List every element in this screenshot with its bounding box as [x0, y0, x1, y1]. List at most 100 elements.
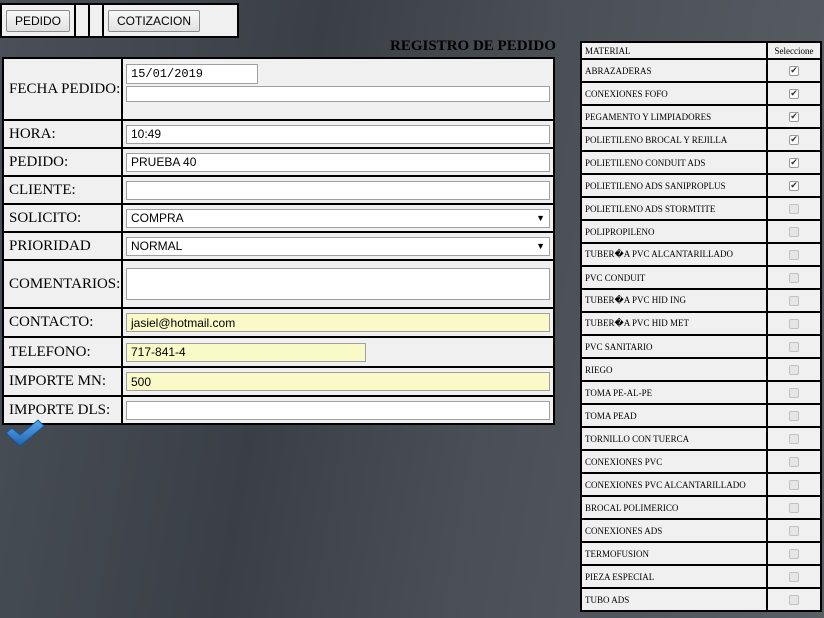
- material-checkbox[interactable]: [789, 433, 799, 444]
- material-checkbox[interactable]: [789, 387, 799, 398]
- material-checkbox[interactable]: [789, 594, 799, 605]
- material-checkbox[interactable]: ✔: [789, 65, 799, 76]
- material-checkbox[interactable]: [789, 548, 799, 559]
- material-checkbox[interactable]: [789, 272, 799, 283]
- importe-mn-input[interactable]: 500: [126, 372, 550, 391]
- material-checkbox[interactable]: [789, 295, 799, 306]
- material-name: POLIETILENO BROCAL Y REJILLA: [582, 129, 766, 150]
- select-column-header: Seleccione: [768, 43, 820, 58]
- material-select-cell: [768, 497, 820, 518]
- comentarios-cell: [123, 261, 553, 307]
- material-checkbox[interactable]: [789, 341, 799, 352]
- material-name: TOMA PE-AL-PE: [582, 382, 766, 403]
- importe-dls-input[interactable]: [126, 400, 550, 420]
- prioridad-select[interactable]: NORMAL ▼: [126, 236, 550, 256]
- material-checkbox[interactable]: [789, 571, 799, 582]
- material-name: ABRAZADERAS: [582, 60, 766, 81]
- solicito-value: COMPRA: [131, 211, 184, 225]
- material-row: TOMA PEAD: [582, 405, 820, 426]
- material-name: POLIETILENO CONDUIT ADS: [582, 152, 766, 173]
- telefono-cell: 717-841-4: [123, 338, 553, 366]
- form-row-fecha: FECHA PEDIDO: 15/01/2019: [4, 59, 553, 119]
- pedido-input[interactable]: PRUEBA 40: [126, 152, 550, 172]
- material-name: TUBER�A PVC HID MET: [582, 313, 766, 334]
- toolbar-cell-pedido: PEDIDO: [2, 5, 77, 36]
- material-checkbox[interactable]: [789, 364, 799, 375]
- material-checkbox[interactable]: [789, 318, 799, 329]
- telefono-input[interactable]: 717-841-4: [126, 342, 366, 362]
- checkmark-icon[interactable]: [4, 418, 46, 448]
- material-select-cell: [768, 474, 820, 495]
- material-checkbox[interactable]: ✔: [789, 88, 799, 99]
- triangle-down-icon: ▼: [536, 241, 545, 251]
- material-row: POLIETILENO ADS SANIPROPLUS ✔: [582, 175, 820, 196]
- pedido-label: PEDIDO:: [4, 149, 121, 175]
- material-select-cell: [768, 244, 820, 265]
- material-checkbox[interactable]: [789, 226, 799, 237]
- prioridad-cell: NORMAL ▼: [123, 233, 553, 259]
- material-checkbox[interactable]: ✔: [789, 180, 799, 191]
- material-row: BROCAL POLIMERICO: [582, 497, 820, 518]
- material-select-cell: [768, 267, 820, 288]
- material-select-cell: [768, 221, 820, 242]
- contacto-cell: jasiel@hotmail.com: [123, 309, 553, 336]
- fecha-pedido-secondary-input[interactable]: [126, 86, 550, 102]
- material-row: TUBER�A PVC HID MET: [582, 313, 820, 334]
- material-name: PVC SANITARIO: [582, 336, 766, 357]
- materials-rows: ABRAZADERAS ✔ CONEXIONES FOFO ✔ PEGAMENTO Y …: [582, 60, 820, 610]
- triangle-down-icon: ▼: [536, 213, 545, 223]
- material-row: CONEXIONES PVC: [582, 451, 820, 472]
- form-row-prioridad: PRIORIDAD NORMAL ▼: [4, 233, 553, 259]
- order-form: FECHA PEDIDO: 15/01/2019 HORA: 10:49 PED…: [2, 57, 555, 425]
- material-row: PIEZA ESPECIAL: [582, 566, 820, 587]
- material-select-cell: [768, 313, 820, 334]
- material-row: TUBO ADS: [582, 589, 820, 610]
- solicito-label: SOLICITO:: [4, 205, 121, 231]
- cliente-input[interactable]: [126, 180, 550, 200]
- comentarios-label: COMENTARIOS:: [4, 261, 121, 307]
- material-select-cell: [768, 405, 820, 426]
- importe-mn-cell: 500: [123, 368, 553, 395]
- material-select-cell: [768, 543, 820, 564]
- contacto-input[interactable]: jasiel@hotmail.com: [126, 313, 550, 332]
- hora-input[interactable]: 10:49: [126, 124, 550, 144]
- material-name: TUBO ADS: [582, 589, 766, 610]
- material-select-cell: ✔: [768, 83, 820, 104]
- material-checkbox[interactable]: [789, 203, 799, 214]
- material-row: POLIETILENO BROCAL Y REJILLA ✔: [582, 129, 820, 150]
- material-name: TOMA PEAD: [582, 405, 766, 426]
- material-name: PVC CONDUIT: [582, 267, 766, 288]
- form-row-importe-dls: IMPORTE DLS:: [4, 397, 553, 423]
- material-row: POLIPROPILENO: [582, 221, 820, 242]
- material-select-cell: [768, 336, 820, 357]
- pedido-button[interactable]: PEDIDO: [6, 9, 71, 32]
- material-name: CONEXIONES ADS: [582, 520, 766, 541]
- importe-mn-label: IMPORTE MN:: [4, 368, 121, 395]
- material-select-cell: ✔: [768, 152, 820, 173]
- material-checkbox[interactable]: [789, 410, 799, 421]
- material-name: POLIETILENO ADS STORMTITE: [582, 198, 766, 219]
- material-checkbox[interactable]: ✔: [789, 134, 799, 145]
- cliente-label: CLIENTE:: [4, 177, 121, 203]
- material-checkbox[interactable]: ✔: [789, 111, 799, 122]
- comentarios-textarea[interactable]: [126, 268, 550, 300]
- material-checkbox[interactable]: [789, 525, 799, 536]
- fecha-pedido-label: FECHA PEDIDO:: [4, 59, 121, 119]
- solicito-select[interactable]: COMPRA ▼: [126, 208, 550, 228]
- material-select-cell: [768, 428, 820, 449]
- material-checkbox[interactable]: ✔: [789, 157, 799, 168]
- importe-dls-cell: [123, 397, 553, 423]
- material-name: TUBER�A PVC ALCANTARILLADO: [582, 244, 766, 265]
- cotizacion-button[interactable]: COTIZACION: [108, 9, 201, 32]
- prioridad-value: NORMAL: [131, 239, 183, 253]
- material-checkbox[interactable]: [789, 249, 799, 260]
- material-select-cell: [768, 382, 820, 403]
- material-select-cell: [768, 589, 820, 610]
- material-checkbox[interactable]: [789, 456, 799, 467]
- solicito-cell: COMPRA ▼: [123, 205, 553, 231]
- material-select-cell: [768, 451, 820, 472]
- material-checkbox[interactable]: [789, 502, 799, 513]
- fecha-pedido-input[interactable]: 15/01/2019: [126, 64, 258, 84]
- material-checkbox[interactable]: [789, 479, 799, 490]
- material-name: POLIETILENO ADS SANIPROPLUS: [582, 175, 766, 196]
